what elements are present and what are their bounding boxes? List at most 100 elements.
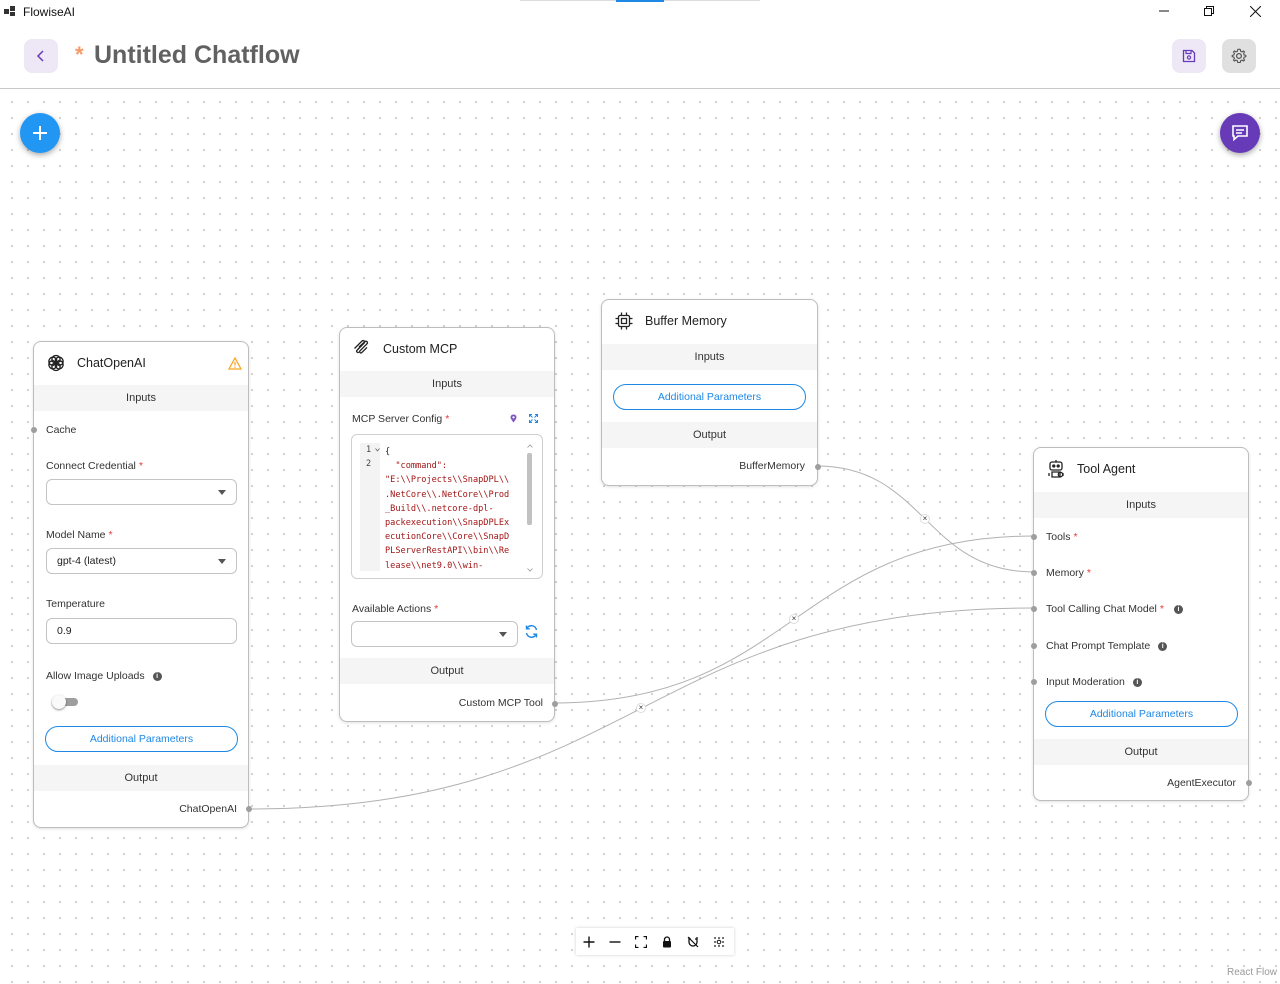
model-name-select[interactable]: gpt-4 (latest) bbox=[46, 548, 237, 574]
temperature-input[interactable]: 0.9 bbox=[46, 618, 237, 644]
available-actions-select[interactable] bbox=[351, 621, 518, 647]
memory-label: Memory * bbox=[1046, 567, 1091, 579]
react-flow-attribution[interactable]: React Flow bbox=[1227, 967, 1277, 978]
image-uploads-toggle[interactable] bbox=[52, 695, 80, 709]
output-name: Custom MCP Tool bbox=[458, 697, 543, 709]
node-title: Tool Agent bbox=[1077, 462, 1136, 476]
credential-label: Connect Credential * bbox=[46, 460, 143, 472]
open-chat-button[interactable] bbox=[1220, 113, 1260, 153]
input-moderation-label: Input Moderation i bbox=[1046, 676, 1142, 688]
edge-delete-button[interactable]: × bbox=[920, 514, 930, 524]
scroll-down-icon[interactable] bbox=[527, 568, 533, 572]
node-buffer-memory[interactable]: Buffer Memory Inputs Additional Paramete… bbox=[601, 299, 821, 486]
scroll-up-icon[interactable] bbox=[527, 444, 533, 448]
page-title[interactable]: Untitled Chatflow bbox=[94, 41, 300, 70]
edge-delete-button[interactable]: × bbox=[636, 703, 646, 713]
minimize-button[interactable] bbox=[1141, 0, 1187, 22]
input-handle-moderation[interactable] bbox=[1031, 679, 1037, 685]
minus-icon bbox=[609, 940, 621, 943]
edge-delete-button[interactable]: × bbox=[789, 614, 799, 624]
save-button[interactable] bbox=[1172, 39, 1206, 73]
output-header: Output bbox=[340, 658, 554, 684]
additional-parameters-button[interactable]: Additional Parameters bbox=[45, 726, 238, 752]
output-name: BufferMemory bbox=[739, 460, 805, 472]
inputs-header: Inputs bbox=[602, 344, 817, 370]
input-handle-tools[interactable] bbox=[1031, 534, 1037, 540]
fold-chevron-icon[interactable] bbox=[375, 448, 380, 452]
fit-view-icon bbox=[635, 935, 647, 948]
node-custom-mcp[interactable]: Custom MCP Inputs MCP Server Config * 1 … bbox=[339, 327, 558, 722]
info-icon[interactable]: i bbox=[1158, 642, 1168, 651]
zoom-in-button[interactable] bbox=[576, 928, 602, 955]
output-handle[interactable] bbox=[815, 464, 821, 470]
add-node-button[interactable] bbox=[20, 113, 60, 153]
snap-button[interactable] bbox=[680, 928, 706, 955]
node-header: Custom MCP bbox=[340, 328, 554, 370]
input-handle-chat-model[interactable] bbox=[1031, 606, 1037, 612]
chevron-down-icon bbox=[499, 632, 507, 637]
chevron-down-icon bbox=[218, 559, 226, 564]
node-chatopenai[interactable]: ChatOpenAI Inputs Cache Connect Credenti… bbox=[31, 341, 252, 828]
background-icon bbox=[714, 936, 724, 947]
chevron-down-icon bbox=[218, 490, 226, 495]
output-header: Output bbox=[34, 765, 248, 791]
back-button[interactable] bbox=[24, 39, 58, 73]
output-handle[interactable] bbox=[246, 806, 252, 812]
unsaved-indicator: * bbox=[75, 42, 84, 67]
lock-icon bbox=[663, 935, 671, 947]
fit-view-button[interactable] bbox=[628, 928, 654, 955]
input-handle-prompt[interactable] bbox=[1031, 643, 1037, 649]
info-icon[interactable]: i bbox=[1173, 605, 1183, 614]
background-toggle-button[interactable] bbox=[706, 928, 732, 955]
plus-icon bbox=[583, 936, 595, 947]
mcp-icon bbox=[354, 339, 369, 354]
robot-icon bbox=[1048, 460, 1064, 478]
mcp-config-label: MCP Server Config * bbox=[352, 413, 450, 425]
settings-button[interactable] bbox=[1222, 39, 1256, 73]
additional-parameters-button[interactable]: Additional Parameters bbox=[1045, 701, 1238, 727]
cache-label: Cache bbox=[46, 424, 77, 436]
info-icon[interactable]: i bbox=[152, 672, 162, 681]
inputs-header: Inputs bbox=[340, 371, 554, 397]
model-name-label: Model Name * bbox=[46, 529, 113, 541]
variable-icon[interactable] bbox=[509, 414, 518, 423]
node-header: Tool Agent bbox=[1034, 448, 1248, 490]
tab-hint-active bbox=[616, 0, 664, 2]
node-title: ChatOpenAI bbox=[77, 356, 146, 370]
input-handle-cache[interactable] bbox=[31, 427, 37, 433]
lock-button[interactable] bbox=[654, 928, 680, 955]
node-tool-agent[interactable]: Tool Agent Inputs Tools * Memory * Tool … bbox=[1031, 447, 1252, 801]
zoom-out-button[interactable] bbox=[602, 928, 628, 955]
code-content: { "command": "E:\\Projects\\SnapDPL\\ .Net… bbox=[385, 447, 510, 571]
window-titlebar: FlowiseAI bbox=[0, 0, 1280, 22]
credential-select[interactable] bbox=[46, 479, 237, 505]
temperature-label: Temperature bbox=[46, 598, 105, 610]
output-name: ChatOpenAI bbox=[179, 803, 237, 815]
image-uploads-label: Allow Image Uploads i bbox=[46, 670, 162, 682]
input-handle-memory[interactable] bbox=[1031, 570, 1037, 576]
warning-icon[interactable] bbox=[228, 357, 242, 370]
chat-icon bbox=[1232, 125, 1248, 142]
output-header: Output bbox=[602, 422, 817, 448]
node-header: ChatOpenAI bbox=[34, 342, 248, 384]
chatflow-header: * Untitled Chatflow bbox=[0, 22, 1280, 89]
output-handle[interactable] bbox=[1246, 780, 1252, 786]
line-number-gutter: 1 2 bbox=[360, 443, 380, 571]
output-handle[interactable] bbox=[552, 701, 558, 707]
additional-parameters-button[interactable]: Additional Parameters bbox=[613, 384, 806, 410]
editor-scrollbar[interactable] bbox=[527, 453, 532, 525]
openai-icon bbox=[48, 354, 64, 372]
expand-icon[interactable] bbox=[529, 414, 538, 423]
restore-button[interactable] bbox=[1186, 0, 1232, 22]
info-icon[interactable]: i bbox=[1132, 678, 1142, 687]
available-actions-label: Available Actions * bbox=[352, 603, 439, 615]
tools-label: Tools * bbox=[1046, 531, 1078, 543]
mcp-config-editor[interactable]: 1 2 { "command": "E:\\Projects\\SnapDPL\\… bbox=[351, 434, 543, 579]
refresh-icon[interactable] bbox=[524, 624, 539, 639]
app-title: FlowiseAI bbox=[23, 5, 76, 19]
chevron-left-icon bbox=[36, 50, 44, 62]
output-name: AgentExecutor bbox=[1167, 777, 1236, 789]
close-icon bbox=[1249, 5, 1261, 17]
close-window-button[interactable] bbox=[1232, 0, 1278, 22]
inputs-header: Inputs bbox=[1034, 492, 1248, 518]
